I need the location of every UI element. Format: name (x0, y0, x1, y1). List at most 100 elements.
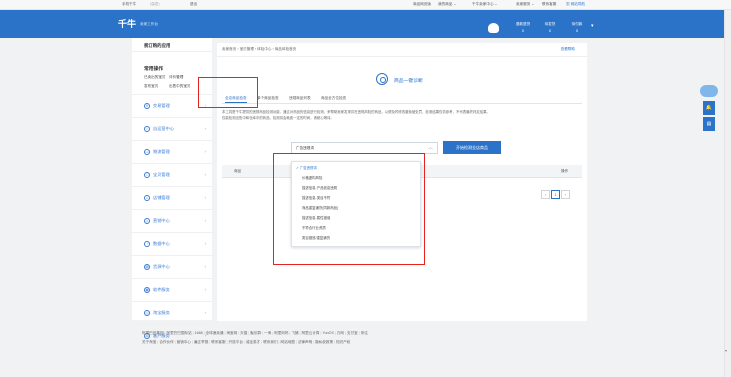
common-link-publish[interactable]: 发布宝贝 (144, 84, 158, 89)
stat-to-pay[interactable]: 待付款 0 (563, 22, 591, 33)
footer-links-row-1: 阿里巴巴集团 | 阿里巴巴国际站 | 1688 | 全球速卖通 | 淘宝网 | … (142, 331, 368, 336)
sidebar-item-5[interactable]: ◇ 营销中心 › (132, 209, 212, 232)
scroll-down-arrow-icon[interactable]: ▾ (725, 348, 727, 353)
start-check-button[interactable]: 开始检测全店商品 (443, 141, 501, 154)
cloud-icon[interactable] (700, 85, 718, 97)
footer-link[interactable]: YunOS (322, 331, 333, 335)
footer-link[interactable]: 阿里巴巴集团 (142, 331, 164, 335)
common-actions-title: 常用操作 (144, 67, 164, 72)
chevron-right-icon: › (204, 310, 206, 315)
chevron-right-icon: › (204, 264, 206, 269)
footer-link[interactable]: 阿里云计算 (302, 331, 320, 335)
chevron-right-icon: › (204, 218, 206, 223)
qianniu-logo[interactable]: 千牛 (118, 17, 136, 30)
footer-link[interactable]: 隐私权政策 (315, 340, 333, 344)
breadcrumb[interactable]: 卖家首页 › 宝贝管理 › 体检中心 › 商品体检首页 (222, 47, 296, 52)
common-link-sold[interactable]: 已卖出的宝贝 (144, 75, 166, 80)
avatar[interactable] (488, 23, 499, 33)
site-topbar: 手机千牛 (保密) 退出 商品网页版 我的商品 ⌄ 千牛卖家中心 ⌄ 卖家服务 … (0, 0, 731, 10)
footer-link[interactable]: 阿里妈妈 (274, 331, 288, 335)
common-link-reviews[interactable]: 评价管理 (169, 75, 183, 80)
goods-icon: □ (144, 172, 150, 178)
topbar-link-seller-service[interactable]: 卖家服务 ⌄ (516, 2, 534, 7)
chat-icon[interactable]: ▤ (703, 117, 715, 131)
sidebar-item-label: 货源中心 (153, 264, 170, 269)
tab-violation-list[interactable]: 违规商品列表 (289, 96, 311, 101)
footer-link[interactable]: 1688 (195, 331, 203, 335)
logistics-icon: ▭ (144, 149, 150, 155)
highlight-box-tab (198, 77, 258, 108)
supply-icon: ▤ (144, 264, 150, 270)
sidebar-item-label: 宝贝管理 (153, 172, 170, 177)
tab-single-check[interactable]: 单个商品检查 (257, 96, 279, 101)
footer-link[interactable]: 万网 (337, 331, 344, 335)
sidebar-item-9[interactable]: ◎ 淘宝服务 › (132, 301, 212, 324)
sidebar-item-4[interactable]: ⌂ 店铺管理 › (132, 186, 212, 209)
logo-subtitle: 卖家工作台 (140, 22, 158, 26)
taobao-service-icon: ◎ (144, 310, 150, 316)
sidebar-item-3[interactable]: □ 宝贝管理 › (132, 163, 212, 186)
footer-link[interactable]: 廉正举报 (194, 340, 208, 344)
page-1-button[interactable]: 1 (551, 190, 560, 199)
footer-link[interactable]: 合作伙伴 (159, 340, 173, 344)
divider (217, 56, 587, 57)
logout-link[interactable]: 退出 (190, 2, 197, 7)
topbar-link-web[interactable]: 商品网页版 (413, 2, 431, 7)
topbar-link-seller-center[interactable]: 千牛卖家中心 ⌄ (472, 2, 498, 7)
prev-page-button[interactable]: ‹ (541, 190, 550, 199)
chevron-right-icon: › (204, 172, 206, 177)
footer-link[interactable]: 营销中心 (177, 340, 191, 344)
next-page-button[interactable]: › (561, 190, 570, 199)
topbar-link-contact[interactable]: 联系客服 (542, 2, 556, 7)
help-link[interactable]: 查看帮助 (561, 47, 575, 52)
chevron-right-icon: › (204, 149, 206, 154)
footer-link[interactable]: 法律声明 (298, 340, 312, 344)
sidebar-item-label: 物流管理 (153, 149, 170, 154)
chevron-right-icon: › (204, 287, 206, 292)
footer-link[interactable]: 知识产权 (336, 340, 350, 344)
sidebar-item-label: 软件服务 (153, 287, 170, 292)
common-link-on-sale[interactable]: 出售中的宝贝 (169, 84, 191, 89)
sidebar-item-7[interactable]: ▤ 货源中心 › (132, 255, 212, 278)
footer-link[interactable]: 诚征英才 (246, 340, 260, 344)
stat-refund[interactable]: 退款退货 0 (509, 22, 537, 33)
sidebar-item-8[interactable]: ▦ 软件服务 › (132, 278, 212, 301)
bell-icon[interactable]: 🔔 (703, 101, 715, 115)
column-header-action: 操作 (561, 169, 569, 173)
trade-icon: ¥ (144, 103, 150, 109)
app-header: 千牛 卖家工作台 退款退货 0 待发货 0 待付款 0 ▾ (0, 10, 731, 38)
footer-link[interactable]: 全球速卖通 (206, 331, 224, 335)
footer-link[interactable]: 聚划算 (250, 331, 261, 335)
footer-link[interactable]: 网站地图 (281, 340, 295, 344)
sidebar-item-label: 营销中心 (153, 218, 170, 223)
page-title: 商品一键诊断 (394, 79, 423, 84)
topbar-site-map[interactable]: ▦ 网站导航 (566, 2, 585, 7)
footer-link[interactable]: 关于淘宝 (142, 340, 156, 344)
chevron-right-icon: › (204, 126, 206, 131)
footer-link[interactable]: 开放平台 (229, 340, 243, 344)
sidebar-item-1[interactable]: ○ 自运营中心 › (132, 117, 212, 140)
stat-to-ship[interactable]: 待发货 0 (536, 22, 564, 33)
sidebar-item-2[interactable]: ▭ 物流管理 › (132, 140, 212, 163)
sidebar-item-label: 店铺管理 (153, 195, 170, 200)
data-icon: ◔ (144, 241, 150, 247)
footer-link[interactable]: 联系我们 (263, 340, 277, 344)
footer-link[interactable]: 来往 (361, 331, 368, 335)
tab-all-round-check[interactable]: 商品全方位检查 (321, 96, 346, 101)
sidebar-my-apps[interactable]: 我订购的应用 › (132, 40, 212, 52)
footer-link[interactable]: 飞猪 (291, 331, 298, 335)
footer-link[interactable]: 阿里巴巴国际站 (167, 331, 192, 335)
operation-icon: ○ (144, 126, 150, 132)
topbar-link-my-goods[interactable]: 我的商品 ⌄ (438, 2, 456, 7)
sidebar-item-label: 数据中心 (153, 241, 170, 246)
footer-link[interactable]: 支付宝 (347, 331, 358, 335)
footer-link[interactable]: 联系客服 (211, 340, 225, 344)
sidebar-item-6[interactable]: ◔ 数据中心 › (132, 232, 212, 255)
marketing-icon: ◇ (144, 218, 150, 224)
chevron-down-icon[interactable]: ▾ (591, 23, 594, 29)
mobile-qianniu-link[interactable]: 手机千牛 (122, 2, 136, 7)
chevron-right-icon: › (204, 195, 206, 200)
column-header-product: 商品 (234, 169, 242, 173)
footer-link[interactable]: 淘宝网 (226, 331, 237, 335)
vertical-scrollbar[interactable] (724, 10, 731, 377)
